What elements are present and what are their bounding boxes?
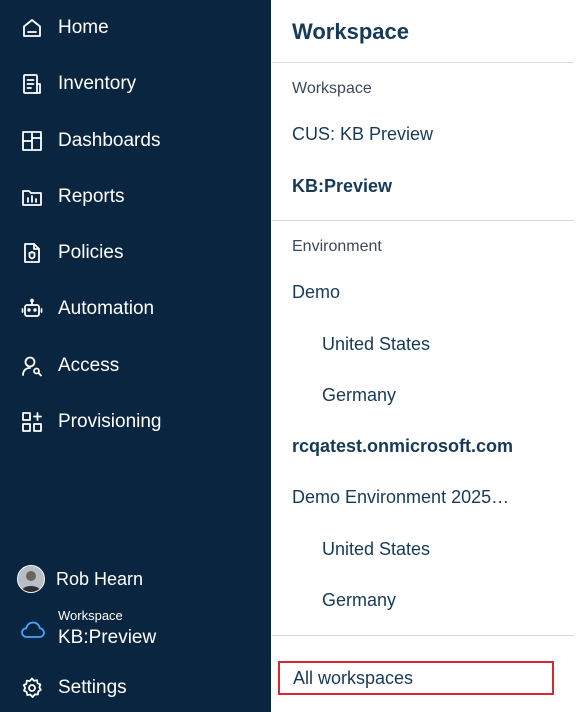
divider [272, 635, 574, 636]
sidebar-item-label: Inventory [58, 73, 137, 94]
all-workspaces-link[interactable]: All workspaces [278, 661, 554, 695]
provisioning-icon [20, 410, 44, 434]
workspace-option-cus-kb-preview[interactable]: CUS: KB Preview [292, 124, 433, 145]
sidebar-item-policies[interactable]: Policies [0, 230, 271, 276]
workspace-section-label: Workspace [292, 80, 372, 97]
cloud-icon [20, 618, 46, 642]
sidebar-item-label: Policies [58, 242, 124, 263]
divider [272, 62, 574, 63]
sidebar-item-label: Dashboards [58, 130, 161, 151]
divider [272, 220, 574, 221]
sidebar-item-label: Automation [58, 298, 155, 319]
all-workspaces-label: All workspaces [293, 667, 414, 688]
sidebar-item-dashboards[interactable]: Dashboards [0, 118, 271, 164]
sidebar-item-automation[interactable]: Automation [0, 286, 271, 332]
environment-option-demo-2025[interactable]: Demo Environment 2025… [292, 487, 509, 508]
policies-icon [20, 241, 44, 265]
environment-option-demo-germany[interactable]: Germany [322, 385, 396, 406]
workspace-value: KB:Preview [58, 627, 157, 648]
sidebar-item-label: Settings [58, 677, 127, 698]
environment-option-demo[interactable]: Demo [292, 282, 340, 303]
environment-option-demo-2025-germany[interactable]: Germany [322, 590, 396, 611]
reports-icon [20, 185, 44, 209]
workspace-caption: Workspace [58, 608, 123, 623]
dashboards-icon [20, 129, 44, 153]
environment-option-rcqatest[interactable]: rcqatest.onmicrosoft.com [292, 436, 513, 457]
inventory-icon [20, 72, 44, 96]
sidebar-item-home[interactable]: Home [0, 5, 271, 51]
environment-option-demo-2025-us[interactable]: United States [322, 539, 430, 560]
current-workspace[interactable]: Workspace KB:Preview [0, 602, 271, 656]
user-profile[interactable]: Rob Hearn [0, 560, 271, 598]
sidebar-item-settings[interactable]: Settings [0, 665, 271, 711]
environment-section-label: Environment [292, 238, 382, 255]
environment-option-demo-us[interactable]: United States [322, 334, 430, 355]
sidebar-item-label: Provisioning [58, 411, 162, 432]
sidebar-item-reports[interactable]: Reports [0, 174, 271, 220]
sidebar-item-label: Reports [58, 186, 125, 207]
avatar [17, 565, 45, 593]
workspace-panel: Workspace Workspace CUS: KB Preview KB:P… [272, 0, 576, 712]
robot-icon [20, 297, 44, 321]
panel-title: Workspace [292, 19, 409, 44]
sidebar-item-access[interactable]: Access [0, 343, 271, 389]
sidebar-item-inventory[interactable]: Inventory [0, 61, 271, 107]
sidebar-item-provisioning[interactable]: Provisioning [0, 399, 271, 445]
user-name: Rob Hearn [56, 568, 144, 589]
workspace-option-kb-preview[interactable]: KB:Preview [292, 176, 392, 197]
user-search-icon [20, 354, 44, 378]
sidebar-item-label: Home [58, 17, 109, 38]
sidebar-item-label: Access [58, 355, 120, 376]
gear-icon [20, 676, 44, 700]
sidebar: Home Inventory Dashboards Reports Polici… [0, 0, 271, 712]
home-icon [20, 16, 44, 40]
